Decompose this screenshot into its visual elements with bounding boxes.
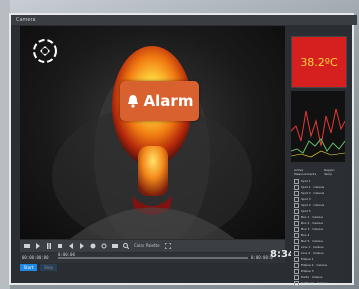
measurement-label: Spot 3 (301, 197, 311, 201)
measurement-checkbox[interactable] (294, 262, 299, 268)
measurement-label: Isotherm · Celsius (301, 281, 328, 285)
measurement-checkbox[interactable] (294, 196, 299, 202)
playback-toolbar: Color Palette (20, 240, 285, 252)
next-frame-icon[interactable] (79, 243, 85, 249)
measurement-label: Ellipse 3 (301, 269, 314, 273)
measurement-label: Ellipse 2 · Celsius (301, 263, 328, 267)
bell-icon (127, 95, 138, 108)
alarm-label: Alarm (143, 92, 194, 110)
measurement-list: Spot 1 Spot 1 · Celsius Spot 2 · Celsius Sp… (291, 178, 345, 286)
measurement-label: Line 2 · Celsius (301, 251, 324, 255)
measurement-label: Delta · Celsius (301, 275, 323, 279)
play-icon[interactable] (35, 243, 41, 249)
bottom-bar: Start Stop (20, 263, 285, 273)
panel-header-right: Region Temp (324, 168, 335, 176)
camera-icon[interactable] (112, 243, 118, 249)
timeline[interactable]: 00:00:00:00 0:00:00 0:00:00:0 (20, 252, 285, 263)
measurements-panel: Active Measurements Region Temp Spot 1 Sp… (291, 166, 345, 286)
panel-header: Active Measurements Region Temp (291, 166, 345, 178)
start-button[interactable]: Start (20, 264, 37, 271)
measurement-label: Spot 1 (301, 179, 311, 183)
measurement-label: Box 5 · Celsius (301, 239, 323, 243)
measurement-checkbox[interactable] (294, 202, 299, 208)
measurement-label: Box 2 · Celsius (301, 221, 323, 225)
panel-header-left: Active Measurements (294, 168, 317, 176)
temperature-graph (290, 91, 346, 162)
measurement-checkbox[interactable] (294, 220, 299, 226)
fullscreen-icon[interactable] (164, 243, 171, 249)
pause-icon[interactable] (46, 243, 52, 249)
previous-frame-icon[interactable] (68, 243, 74, 249)
measurement-label: Spot 4 · Celsius (301, 203, 325, 207)
measurement-label: Box 1 · Celsius (301, 215, 323, 219)
measurement-checkbox[interactable] (294, 238, 299, 244)
measurement-checkbox[interactable] (294, 274, 299, 280)
measurement-row[interactable]: Isotherm · Celsius (291, 280, 345, 286)
measurement-label: Spot 5 (301, 209, 311, 213)
measurement-checkbox[interactable] (294, 178, 299, 184)
measurement-checkbox[interactable] (294, 280, 299, 286)
alarm-indicator: Alarm (120, 81, 199, 121)
settings-icon[interactable] (101, 243, 107, 249)
window-title: Camera (11, 15, 357, 25)
measurement-label: Line 1 · Celsius (301, 245, 324, 249)
measurement-label: Spot 1 · Celsius (301, 185, 325, 189)
measurement-checkbox[interactable] (294, 190, 299, 196)
temperature-readout: 38.2ºC (291, 36, 347, 88)
thermal-viewer[interactable]: Alarm (20, 26, 285, 239)
measurement-checkbox[interactable] (294, 226, 299, 232)
temperature-graph-plot (290, 108, 346, 158)
timeline-start: 00:00:00:00 (22, 255, 49, 260)
stop-button[interactable]: Stop (40, 264, 57, 271)
measurement-checkbox[interactable] (294, 244, 299, 250)
measurement-checkbox[interactable] (294, 214, 299, 220)
measurement-checkbox[interactable] (294, 268, 299, 274)
measurement-checkbox[interactable] (294, 232, 299, 238)
measurement-checkbox[interactable] (294, 250, 299, 256)
measurement-checkbox[interactable] (294, 184, 299, 190)
measurement-label: Ellipse 1 (301, 257, 314, 261)
measurement-checkbox[interactable] (294, 208, 299, 214)
measurement-checkbox[interactable] (294, 256, 299, 262)
zoom-icon[interactable] (123, 243, 129, 249)
measurement-label: Spot 2 · Celsius (301, 191, 325, 195)
thermal-image (52, 46, 252, 239)
folder-icon[interactable] (24, 243, 30, 249)
record-icon[interactable] (90, 243, 96, 249)
measurement-label: Box 4 (301, 233, 310, 237)
stop-icon[interactable] (57, 243, 63, 249)
color-palette-label[interactable]: Color Palette (134, 244, 160, 248)
app-logo-icon (33, 39, 57, 63)
measurement-label: Box 3 · Celsius (301, 227, 323, 231)
timeline-track[interactable] (58, 257, 248, 259)
